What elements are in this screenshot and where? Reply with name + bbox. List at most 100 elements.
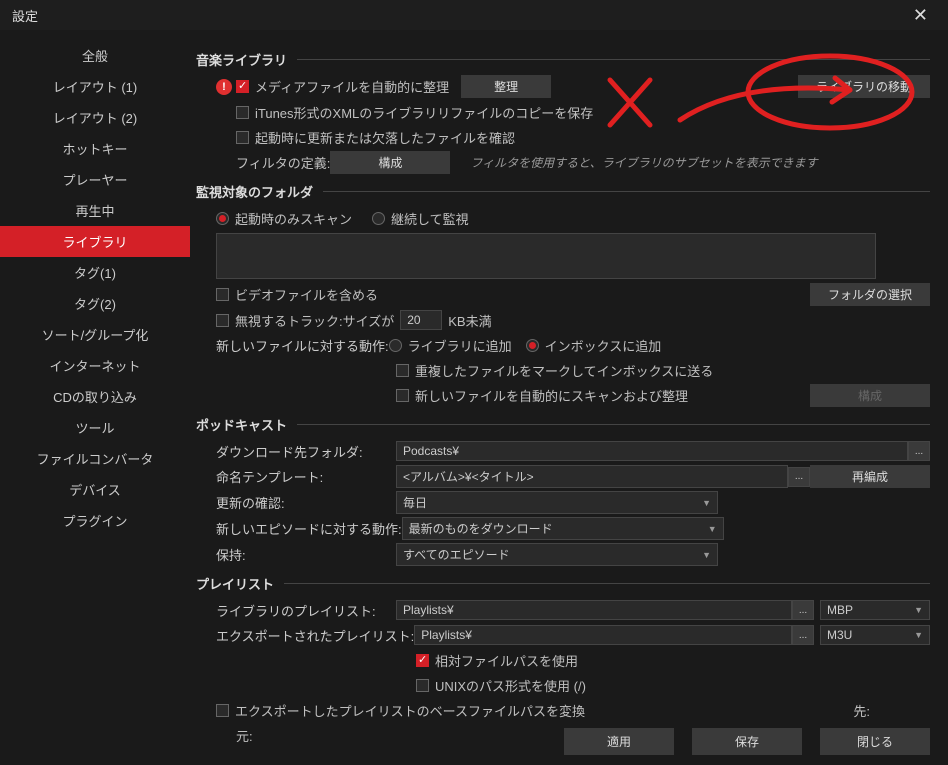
scan-startup-label: 起動時のみスキャン: [235, 209, 352, 228]
update-check-select[interactable]: 毎日 ▼: [396, 491, 718, 514]
filter-hint: フィルタを使用すると、ライブラリのサブセットを表示できます: [470, 154, 817, 171]
relative-path-label: 相対ファイルパスを使用: [435, 651, 578, 670]
content-pane: 音楽ライブラリ ! メディアファイルを自動的に整理 整理 ライブラリの移動 iT…: [190, 30, 948, 765]
scan-continuous-radio[interactable]: [372, 212, 385, 225]
sidebar-item-tag2[interactable]: タグ(2): [0, 288, 190, 319]
keep-value: すべてのエピソード: [403, 546, 510, 563]
mark-dup-checkbox[interactable]: [396, 364, 409, 377]
close-button[interactable]: 閉じる: [820, 728, 930, 755]
sidebar-item-converter[interactable]: ファイルコンバータ: [0, 443, 190, 474]
download-folder-label: ダウンロード先フォルダ:: [216, 442, 396, 461]
regroup-button[interactable]: 再編成: [810, 465, 930, 488]
from-label: 元:: [236, 726, 253, 745]
choose-folder-button[interactable]: フォルダの選択: [810, 283, 930, 306]
auto-organise-checkbox[interactable]: [236, 80, 249, 93]
chevron-down-icon: ▼: [914, 605, 923, 615]
new-ep-action-label: 新しいエピソードに対する動作:: [216, 519, 402, 538]
sidebar-item-internet[interactable]: インターネット: [0, 350, 190, 381]
exported-pl-format-value: M3U: [827, 628, 852, 642]
sidebar-item-library[interactable]: ライブラリ: [0, 226, 190, 257]
sidebar-item-player[interactable]: プレーヤー: [0, 164, 190, 195]
filter-config-button[interactable]: 構成: [330, 151, 450, 174]
to-label: 先:: [853, 701, 870, 720]
library-pl-input[interactable]: Playlists¥: [396, 600, 792, 620]
update-check-value: 毎日: [403, 494, 427, 511]
add-inbox-radio[interactable]: [526, 339, 539, 352]
section-monitored-folders: 監視対象のフォルダ: [196, 182, 313, 201]
exported-pl-label: エクスポートされたプレイリスト:: [216, 626, 414, 645]
sidebar-item-general[interactable]: 全般: [0, 40, 190, 71]
unix-path-checkbox[interactable]: [416, 679, 429, 692]
sidebar-item-nowplaying[interactable]: 再生中: [0, 195, 190, 226]
itunes-xml-checkbox[interactable]: [236, 106, 249, 119]
startup-check-label: 起動時に更新または欠落したファイルを確認: [255, 128, 515, 147]
exported-pl-input[interactable]: Playlists¥: [414, 625, 792, 645]
exported-pl-browse-button[interactable]: ...: [792, 625, 814, 645]
sidebar-item-cdrip[interactable]: CDの取り込み: [0, 381, 190, 412]
add-library-radio[interactable]: [389, 339, 402, 352]
ignore-tracks-size-input[interactable]: [400, 310, 442, 330]
naming-template-label: 命名テンプレート:: [216, 467, 396, 486]
chevron-down-icon: ▼: [914, 630, 923, 640]
filter-def-label: フィルタの定義:: [236, 153, 330, 172]
exported-pl-format-select[interactable]: M3U ▼: [820, 625, 930, 645]
window-title: 設定: [12, 6, 38, 25]
section-podcast: ポッドキャスト: [196, 415, 287, 434]
new-files-action-label: 新しいファイルに対する動作:: [216, 336, 389, 355]
sidebar-item-devices[interactable]: デバイス: [0, 474, 190, 505]
library-pl-format-value: MBP: [827, 603, 853, 617]
auto-scan-label: 新しいファイルを自動的にスキャンおよび整理: [415, 386, 688, 405]
convert-base-checkbox[interactable]: [216, 704, 229, 717]
section-music-library: 音楽ライブラリ: [196, 50, 287, 69]
sidebar-item-tag1[interactable]: タグ(1): [0, 257, 190, 288]
download-folder-browse-button[interactable]: ...: [908, 441, 930, 461]
chevron-down-icon: ▼: [702, 550, 711, 560]
ignore-tracks-label: 無視するトラック:サイズが: [235, 311, 394, 330]
monitored-folders-list[interactable]: [216, 233, 876, 279]
startup-check-checkbox[interactable]: [236, 131, 249, 144]
naming-template-browse-button[interactable]: ...: [788, 467, 810, 487]
close-icon[interactable]: ✕: [905, 1, 936, 30]
library-pl-format-select[interactable]: MBP ▼: [820, 600, 930, 620]
new-ep-action-select[interactable]: 最新のものをダウンロード ▼: [402, 517, 724, 540]
naming-template-input[interactable]: <アルバム>¥<タイトル>: [396, 465, 788, 488]
unix-path-label: UNIXのパス形式を使用 (/): [435, 676, 586, 695]
relative-path-checkbox[interactable]: [416, 654, 429, 667]
mark-dup-label: 重複したファイルをマークしてインボックスに送る: [415, 361, 713, 380]
sidebar-item-layout1[interactable]: レイアウト (1): [0, 71, 190, 102]
move-library-button[interactable]: ライブラリの移動: [798, 75, 930, 98]
add-library-label: ライブラリに追加: [408, 336, 512, 355]
sidebar-item-tools[interactable]: ツール: [0, 412, 190, 443]
library-pl-label: ライブラリのプレイリスト:: [216, 601, 396, 620]
section-playlist: プレイリスト: [196, 574, 274, 593]
include-video-checkbox[interactable]: [216, 288, 229, 301]
auto-scan-checkbox[interactable]: [396, 389, 409, 402]
apply-button[interactable]: 適用: [564, 728, 674, 755]
monitored-config-button[interactable]: 構成: [810, 384, 930, 407]
add-inbox-label: インボックスに追加: [545, 336, 662, 355]
ignore-tracks-unit: KB未満: [448, 311, 491, 330]
sidebar-item-plugins[interactable]: プラグイン: [0, 505, 190, 536]
scan-continuous-label: 継続して監視: [391, 209, 469, 228]
chevron-down-icon: ▼: [708, 524, 717, 534]
sidebar-item-layout2[interactable]: レイアウト (2): [0, 102, 190, 133]
convert-base-label: エクスポートしたプレイリストのベースファイルパスを変換: [235, 701, 585, 720]
update-check-label: 更新の確認:: [216, 493, 396, 512]
sidebar-item-sort[interactable]: ソート/グループ化: [0, 319, 190, 350]
keep-select[interactable]: すべてのエピソード ▼: [396, 543, 718, 566]
scan-startup-radio[interactable]: [216, 212, 229, 225]
organise-button[interactable]: 整理: [461, 75, 551, 98]
include-video-label: ビデオファイルを含める: [235, 285, 378, 304]
sidebar: 全般 レイアウト (1) レイアウト (2) ホットキー プレーヤー 再生中 ラ…: [0, 30, 190, 765]
ignore-tracks-checkbox[interactable]: [216, 314, 229, 327]
auto-organise-label: メディアファイルを自動的に整理: [255, 77, 449, 96]
keep-label: 保持:: [216, 545, 396, 564]
library-pl-browse-button[interactable]: ...: [792, 600, 814, 620]
sidebar-item-hotkeys[interactable]: ホットキー: [0, 133, 190, 164]
warning-icon: !: [216, 79, 232, 95]
new-ep-action-value: 最新のものをダウンロード: [409, 520, 553, 537]
itunes-xml-label: iTunes形式のXMLのライブラリリファイルのコピーを保存: [255, 103, 593, 122]
save-button[interactable]: 保存: [692, 728, 802, 755]
download-folder-input[interactable]: Podcasts¥: [396, 441, 908, 461]
chevron-down-icon: ▼: [702, 498, 711, 508]
